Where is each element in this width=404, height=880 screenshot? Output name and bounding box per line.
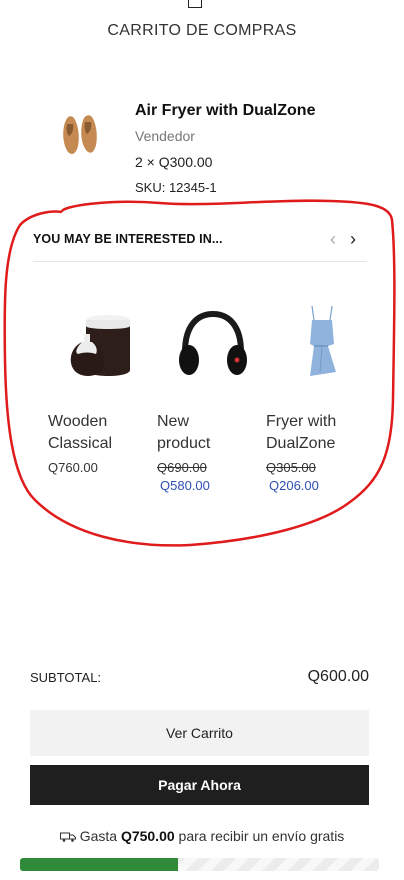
carousel-prev-button[interactable]: ‹ (330, 230, 336, 248)
product-original-price: Q305.00 (266, 460, 316, 475)
divider (33, 261, 367, 262)
cart-item-sku: SKU: 12345-1 (135, 180, 217, 195)
product-name-line: product (157, 435, 211, 452)
recommendations-heading: YOU MAY BE INTERESTED IN... (33, 232, 223, 246)
carousel-next-button[interactable]: › (350, 230, 356, 248)
shipping-suffix: para recibir un envío gratis (178, 828, 345, 844)
product-sale-price: Q580.00 (160, 478, 210, 493)
truck-icon (59, 832, 76, 842)
vase-icon (70, 315, 130, 376)
dress-icon (310, 305, 336, 376)
cart-item-title[interactable]: Air Fryer with DualZone (135, 102, 315, 120)
product-name-line: Classical (48, 435, 113, 452)
free-shipping-progress-bar (20, 858, 379, 871)
page-title: CARRITO DE COMPRAS (107, 22, 297, 39)
product-sale-price: Q206.00 (269, 478, 319, 493)
free-shipping-message: Gasta Q750.00 para recibir un envío grat… (0, 828, 404, 844)
cart-item: Air Fryer with DualZone Vendedor 2 × Q30… (0, 96, 404, 206)
cart-item-quantity-price: 2 × Q300.00 (135, 154, 213, 170)
product-name-line: New (157, 413, 190, 430)
product-name-line: DualZone (266, 435, 336, 452)
checkout-button[interactable]: Pagar Ahora (30, 765, 369, 805)
subtotal-label: SUBTOTAL: (30, 670, 102, 685)
recommended-product[interactable]: Wooden Classical Q760.00 (48, 300, 148, 475)
shipping-prefix: Gasta (79, 828, 118, 844)
shopping-bag-icon (188, 0, 202, 8)
product-original-price: Q690.00 (157, 460, 207, 475)
product-name-line: Fryer with (266, 413, 337, 430)
shipping-threshold-amount: Q750.00 (120, 828, 175, 844)
product-price: Q760.00 (48, 460, 98, 475)
view-cart-button[interactable]: Ver Carrito (30, 710, 369, 756)
recommended-product[interactable]: Fryer with DualZone Q305.00 Q206.00 (266, 300, 366, 493)
progress-fill (20, 858, 178, 871)
cart-item-vendor: Vendedor (135, 128, 195, 144)
loafer-shoes-icon (63, 115, 97, 154)
subtotal-value: Q600.00 (307, 668, 369, 685)
recommended-product[interactable]: New product Q690.00 Q580.00 (157, 300, 257, 493)
headphones-icon (179, 310, 247, 375)
product-name-line: Wooden (48, 413, 108, 430)
